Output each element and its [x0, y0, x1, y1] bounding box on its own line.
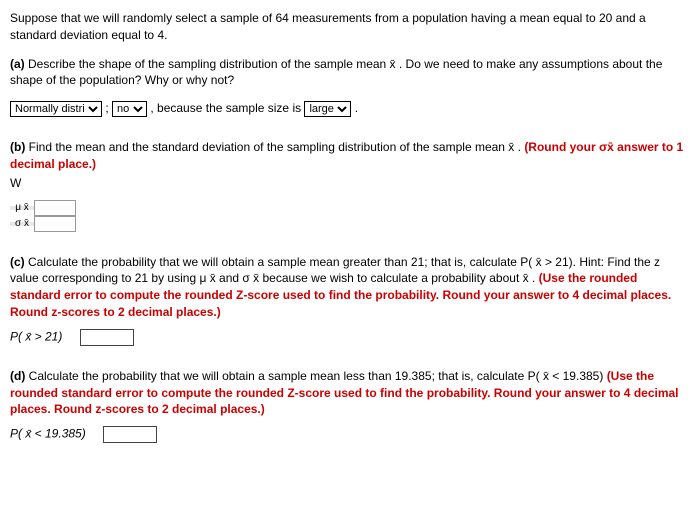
shape-select[interactable]: Normally distri	[10, 101, 102, 117]
sigma-input[interactable]	[34, 216, 76, 232]
part-d-input[interactable]	[103, 426, 157, 443]
intro-text: Suppose that we will randomly select a s…	[10, 10, 690, 44]
mu-input[interactable]	[34, 200, 76, 216]
part-c-input[interactable]	[80, 329, 134, 346]
part-d-label: (d)	[10, 369, 25, 383]
size-select[interactable]: large	[304, 101, 351, 117]
mu-label: μ x̄	[10, 206, 34, 210]
part-b-prompt: (b) Find the mean and the standard devia…	[10, 139, 690, 173]
part-d-prob-label: P( x̄ < 19.385)	[10, 427, 86, 441]
period: .	[355, 101, 358, 115]
part-d-prompt: (d) Calculate the probability that we wi…	[10, 368, 690, 418]
part-d-answer: P( x̄ < 19.385)	[10, 426, 690, 443]
part-a-label: (a)	[10, 57, 25, 71]
part-c-answer: P( x̄ > 21)	[10, 329, 690, 346]
part-c-label: (c)	[10, 255, 25, 269]
part-d-text: Calculate the probability that we will o…	[29, 369, 604, 383]
w-label: W	[10, 175, 690, 192]
part-b-text: Find the mean and the standard deviation…	[29, 140, 521, 154]
part-c-prob-label: P( x̄ > 21)	[10, 329, 62, 343]
because-text: , because the sample size is	[150, 101, 301, 115]
mean-sd-table: μ x̄ σ x̄	[10, 200, 690, 232]
part-a-prompt: (a) Describe the shape of the sampling d…	[10, 56, 690, 90]
sigma-label: σ x̄	[10, 222, 34, 226]
part-a-answer-row: Normally distri ; no , because the sampl…	[10, 101, 690, 117]
part-a-text: Describe the shape of the sampling distr…	[10, 57, 662, 88]
part-b-label: (b)	[10, 140, 25, 154]
assumption-select[interactable]: no	[112, 101, 147, 117]
part-c-prompt: (c) Calculate the probability that we wi…	[10, 254, 690, 321]
